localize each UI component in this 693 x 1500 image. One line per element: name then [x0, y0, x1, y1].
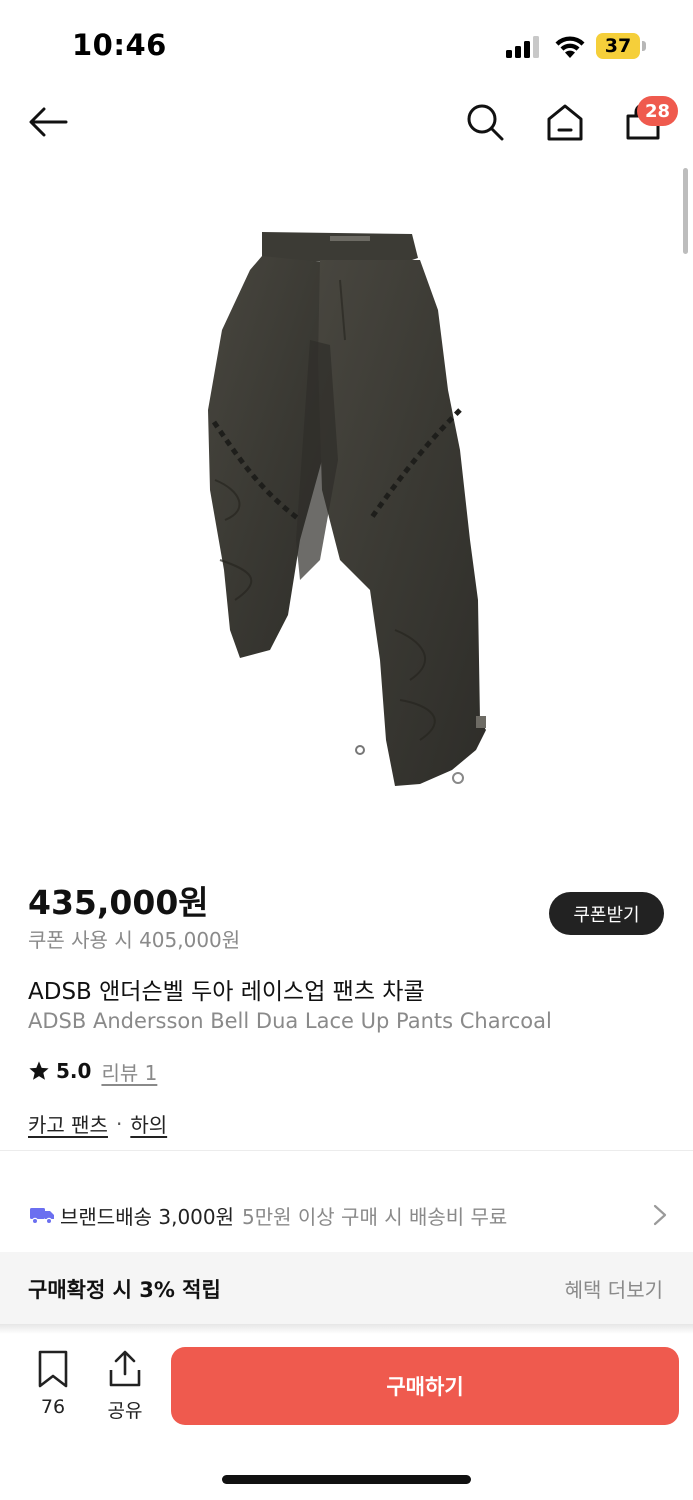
shipping-info-row[interactable]: 브랜드배송 3,000원 5만원 이상 구매 시 배송비 무료 — [0, 1180, 693, 1250]
benefit-text: 구매확정 시 3% 적립 — [28, 1278, 221, 1302]
divider — [0, 1150, 693, 1151]
top-nav-bar — [0, 92, 693, 160]
product-image[interactable] — [0, 160, 693, 850]
battery-level: 37 — [596, 33, 640, 59]
cart-count-badge: 28 — [637, 96, 679, 126]
back-button[interactable] — [26, 100, 70, 144]
status-bar: 10:46 37 — [0, 0, 693, 92]
search-icon — [467, 104, 504, 141]
truck-icon — [30, 1208, 54, 1224]
chevron-right-icon — [653, 1204, 667, 1226]
product-price: 435,000원 — [28, 883, 209, 922]
buy-button[interactable]: 구매하기 — [171, 1347, 679, 1425]
status-time: 10:46 — [72, 28, 167, 62]
search-button[interactable] — [463, 100, 507, 144]
divider — [0, 1324, 693, 1334]
home-button[interactable] — [543, 100, 587, 144]
cellular-signal-icon — [506, 36, 540, 58]
coupon-price: 쿠폰 사용 시 405,000원 — [28, 928, 241, 952]
category-link-bottoms[interactable]: 하의 — [130, 1109, 167, 1138]
shipping-label: 브랜드배송 3,000원 — [60, 1204, 235, 1229]
home-indicator — [222, 1475, 471, 1484]
bookmark-icon — [38, 1350, 68, 1388]
share-button[interactable]: 공유 — [100, 1350, 150, 1428]
wifi-icon — [554, 33, 586, 59]
star-icon — [29, 1061, 49, 1080]
home-icon — [547, 104, 583, 141]
category-link-cargo-pants[interactable]: 카고 팬츠 — [28, 1109, 108, 1138]
shipping-note: 5만원 이상 구매 시 배송비 무료 — [242, 1204, 508, 1229]
review-link[interactable]: 리뷰 1 — [101, 1057, 157, 1086]
pants-image — [208, 232, 486, 786]
rating-row: 5.0 리뷰 1 — [28, 1057, 157, 1085]
bookmark-count: 76 — [40, 1396, 66, 1418]
benefit-banner[interactable]: 구매확정 시 3% 적립 혜택 더보기 — [0, 1252, 693, 1324]
rating-value: 5.0 — [56, 1059, 92, 1083]
bookmark-button[interactable]: 76 — [28, 1350, 78, 1428]
share-label: 공유 — [107, 1400, 143, 1422]
battery-icon: 37 — [596, 33, 646, 59]
category-separator: · — [115, 1111, 123, 1136]
category-breadcrumb: 카고 팬츠 · 하의 — [28, 1109, 167, 1138]
get-coupon-button[interactable]: 쿠폰받기 — [549, 892, 664, 935]
arrow-left-icon — [29, 107, 68, 137]
share-icon — [109, 1350, 141, 1387]
benefit-more-link[interactable]: 혜택 더보기 — [565, 1274, 663, 1303]
product-title-english: ADSB Andersson Bell Dua Lace Up Pants Ch… — [28, 1009, 552, 1033]
product-title-korean: ADSB 앤더슨벨 두아 레이스업 팬츠 차콜 — [28, 979, 425, 1005]
